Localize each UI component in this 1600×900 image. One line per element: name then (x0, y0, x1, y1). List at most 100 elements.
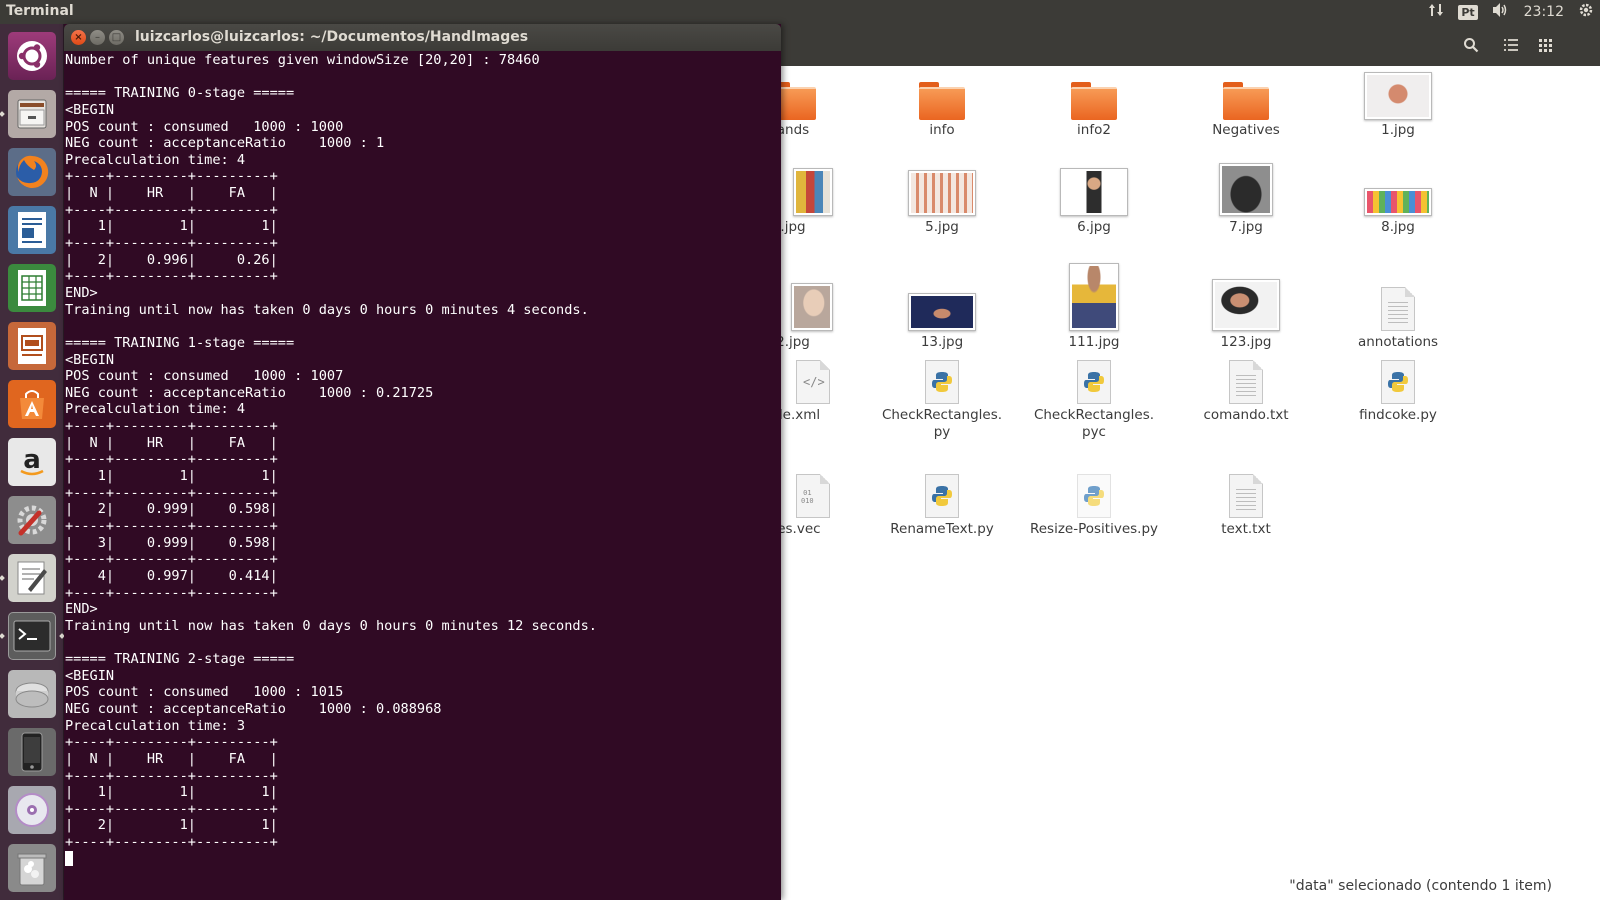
terminal-line: <BEGIN (65, 351, 115, 368)
terminal-line: Training until now has taken 0 days 0 ho… (65, 301, 589, 318)
shopping-bag-icon[interactable] (8, 380, 56, 428)
terminal-line: POS count : consumed 1000 : 1015 (65, 684, 344, 701)
file-grid: ands info info2 Negatives 1.jpg .jpg 5.j… (765, 66, 1600, 900)
terminal-line: NEG count : acceptanceRatio 1000 : 0.217… (65, 384, 434, 401)
binary-file-icon: 01 010 (796, 474, 830, 518)
terminal-line: POS count : consumed 1000 : 1007 (65, 368, 344, 385)
terminal-line: Number of unique features given windowSi… (65, 52, 540, 68)
writer-document-icon[interactable] (8, 206, 56, 254)
clock[interactable]: 23:12 (1524, 4, 1564, 20)
text-file-icon (1381, 287, 1415, 331)
terminal-line: +----+---------+---------+ (65, 734, 278, 751)
selection-status: "data" selecionado (contendo 1 item) (1289, 878, 1552, 894)
terminal-line: +----+---------+---------+ (65, 235, 278, 252)
terminal-icon[interactable] (8, 612, 56, 660)
terminal-line: | 1| 1| 1| (65, 218, 278, 235)
phone-icon[interactable] (8, 728, 56, 776)
folder-icon (919, 82, 965, 120)
image-thumbnail-icon (1364, 188, 1432, 216)
maximize-icon[interactable]: □ (109, 30, 124, 45)
terminal-line: | 4| 0.997| 0.414| (65, 567, 278, 584)
terminal-line: Precalculation time: 4 (65, 401, 246, 418)
active-app-title: Terminal (6, 3, 74, 19)
network-arrows-icon[interactable] (1428, 2, 1444, 22)
search-icon[interactable] (1458, 32, 1484, 58)
terminal-line: END> (65, 601, 98, 618)
firefox-icon[interactable] (8, 148, 56, 196)
terminal-line: ===== TRAINING 2-stage ===== (65, 651, 295, 668)
terminal-line: +----+---------+---------+ (65, 517, 278, 534)
optical-disc-icon[interactable] (8, 786, 56, 834)
terminal-line: <BEGIN (65, 667, 115, 684)
terminal-prompt-line[interactable] (65, 850, 781, 868)
terminal-line: +----+---------+---------+ (65, 551, 278, 568)
terminal-line: POS count : consumed 1000 : 1000 (65, 118, 344, 135)
terminal-line: <BEGIN (65, 101, 115, 118)
xml-file-icon: </> (796, 360, 830, 404)
image-thumbnail-icon (1212, 279, 1280, 331)
terminal-line: | N | HR | FA | (65, 750, 278, 767)
terminal-cursor (65, 850, 73, 866)
terminal-line: +----+---------+---------+ (65, 484, 278, 501)
terminal-line: +----+---------+---------+ (65, 268, 278, 285)
close-icon[interactable]: × (71, 30, 86, 45)
python-file-icon (925, 474, 959, 518)
image-thumbnail-icon (1060, 168, 1128, 216)
terminal-line: | 3| 0.999| 0.598| (65, 534, 278, 551)
file-cabinet-icon[interactable] (8, 90, 56, 138)
settings-wrench-icon[interactable] (8, 496, 56, 544)
python-file-icon (925, 360, 959, 404)
volume-icon[interactable] (1492, 2, 1510, 22)
python-file-icon (1381, 360, 1415, 404)
keyboard-layout-indicator[interactable]: Pt (1458, 4, 1478, 20)
terminal-line: ===== TRAINING 1-stage ===== (65, 334, 295, 351)
terminal-line: +----+---------+---------+ (65, 800, 278, 817)
terminal-line: +----+---------+---------+ (65, 767, 278, 784)
calc-spreadsheet-icon[interactable] (8, 264, 56, 312)
text-editor-icon[interactable] (8, 554, 56, 602)
grid-view-icon[interactable] (1532, 32, 1558, 58)
terminal-line: +----+---------+---------+ (65, 584, 278, 601)
terminal-titlebar[interactable]: × – □ luizcarlos@luizcarlos: ~/Documento… (64, 24, 781, 51)
terminal-line: Training until now has taken 0 days 0 ho… (65, 617, 597, 634)
amazon-logo-icon[interactable]: a (8, 438, 56, 486)
ubuntu-logo-icon[interactable] (8, 32, 56, 80)
terminal-line: | 2| 0.996| 0.26| (65, 251, 278, 268)
file-manager-header (780, 24, 1600, 66)
python-file-icon (1077, 474, 1111, 518)
terminal-line: | N | HR | FA | (65, 434, 278, 451)
terminal-line: NEG count : acceptanceRatio 1000 : 1 (65, 135, 385, 152)
power-gear-icon[interactable] (1578, 2, 1594, 22)
python-file-icon (1077, 360, 1111, 404)
launcher: a (0, 24, 65, 900)
terminal-line: +----+---------+---------+ (65, 834, 278, 851)
terminal-line: | N | HR | FA | (65, 185, 278, 202)
folder-icon (1071, 82, 1117, 120)
trash-icon[interactable] (8, 844, 56, 892)
terminal-line: Precalculation time: 3 (65, 717, 246, 734)
list-view-icon[interactable] (1498, 32, 1524, 58)
text-file-icon (1229, 474, 1263, 518)
terminal-line: | 1| 1| 1| (65, 784, 278, 801)
impress-presentation-icon[interactable] (8, 322, 56, 370)
folder-icon (1223, 82, 1269, 120)
terminal-line: Precalculation time: 4 (65, 151, 246, 168)
image-thumbnail-icon (908, 170, 976, 216)
hard-disk-icon[interactable] (8, 670, 56, 718)
terminal-line: +----+---------+---------+ (65, 418, 278, 435)
terminal-line: END> (65, 284, 98, 301)
terminal-output[interactable]: Number of unique features given windowSi… (64, 51, 781, 900)
image-thumbnail-icon (1364, 72, 1432, 120)
terminal-line: +----+---------+---------+ (65, 201, 278, 218)
text-file-icon (1229, 360, 1263, 404)
minimize-icon[interactable]: – (90, 30, 105, 45)
image-thumbnail-icon (1219, 163, 1273, 216)
terminal-line: ===== TRAINING 0-stage ===== (65, 85, 295, 102)
svg-text:a: a (23, 445, 41, 475)
terminal-line: | 2| 0.999| 0.598| (65, 501, 278, 518)
terminal-line: +----+---------+---------+ (65, 168, 278, 185)
terminal-window[interactable]: × – □ luizcarlos@luizcarlos: ~/Documento… (64, 24, 781, 900)
